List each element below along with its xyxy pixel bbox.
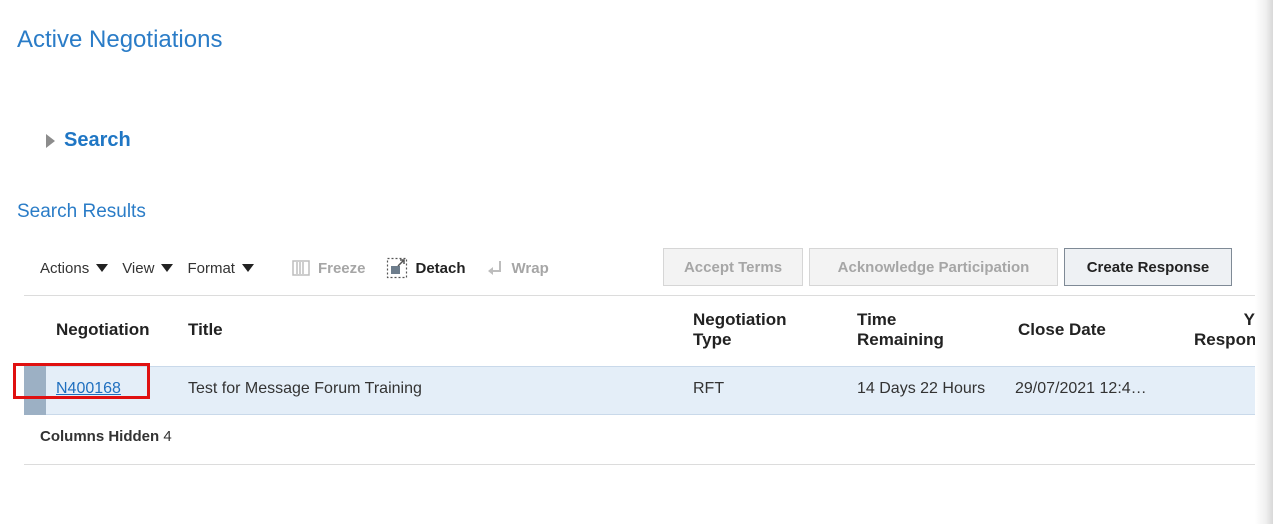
cell-close-date: 29/07/2021 12:4… <box>1015 380 1147 397</box>
columns-hidden-count: 4 <box>163 428 172 445</box>
column-header-your-response[interactable]: Y Respon: <box>1194 310 1255 350</box>
search-results-title: Search Results <box>17 201 146 222</box>
view-menu[interactable]: View <box>122 259 174 277</box>
columns-hidden-status: Columns Hidden 4 <box>40 428 172 445</box>
search-label: Search <box>64 129 131 151</box>
detach-icon <box>386 257 407 279</box>
caret-down-icon <box>161 264 174 272</box>
window-right-edge <box>1255 0 1273 524</box>
wrap-label: Wrap <box>511 259 549 277</box>
freeze-button[interactable]: Freeze <box>292 259 366 277</box>
column-header-time-remaining-line1: Time <box>857 310 897 329</box>
column-header-negotiation[interactable]: Negotiation <box>56 320 150 340</box>
acknowledge-participation-button[interactable]: Acknowledge Participation <box>809 248 1058 286</box>
format-menu-label: Format <box>187 259 235 277</box>
wrap-icon <box>487 261 501 275</box>
search-disclosure[interactable]: Search <box>46 129 131 152</box>
cell-negotiation-type: RFT <box>693 380 725 397</box>
caret-down-icon <box>96 264 109 272</box>
column-header-time-remaining-line2: Remaining <box>857 330 944 349</box>
table-top-border <box>24 295 1255 296</box>
column-header-your-response-line2: Respon: <box>1194 330 1255 349</box>
cell-time-remaining: 14 Days 22 Hours <box>857 380 986 397</box>
create-response-button[interactable]: Create Response <box>1064 248 1232 286</box>
detach-label: Detach <box>415 259 466 277</box>
annotation-highlight-box <box>13 363 150 399</box>
expand-triangle-icon <box>46 133 55 148</box>
cell-title: Test for Message Forum Training <box>188 380 422 397</box>
actions-menu-label: Actions <box>40 259 90 277</box>
actions-menu[interactable]: Actions <box>40 259 109 277</box>
page-title: Active Negotiations <box>17 26 223 53</box>
format-menu[interactable]: Format <box>187 260 254 277</box>
column-header-negotiation-type-line1: Negotiation <box>693 310 787 329</box>
wrap-button[interactable]: Wrap <box>486 259 549 277</box>
column-header-close-date[interactable]: Close Date <box>1018 320 1106 340</box>
table-toolbar: Actions View Format Freeze Detach Wrap <box>40 248 549 288</box>
caret-down-icon <box>241 264 254 272</box>
detach-button[interactable]: Detach <box>386 257 466 279</box>
column-header-title[interactable]: Title <box>188 320 223 340</box>
freeze-label: Freeze <box>317 259 366 277</box>
table-bottom-border <box>24 464 1255 465</box>
accept-terms-button[interactable]: Accept Terms <box>663 248 803 286</box>
column-header-your-response-line1: Y <box>1243 310 1255 329</box>
freeze-icon <box>292 260 310 276</box>
view-menu-label: View <box>122 259 155 277</box>
column-header-negotiation-type-line2: Type <box>693 330 732 349</box>
columns-hidden-label: Columns Hidden <box>40 428 160 445</box>
column-header-time-remaining[interactable]: Time Remaining <box>857 310 944 350</box>
column-header-negotiation-type[interactable]: Negotiation Type <box>693 310 787 350</box>
